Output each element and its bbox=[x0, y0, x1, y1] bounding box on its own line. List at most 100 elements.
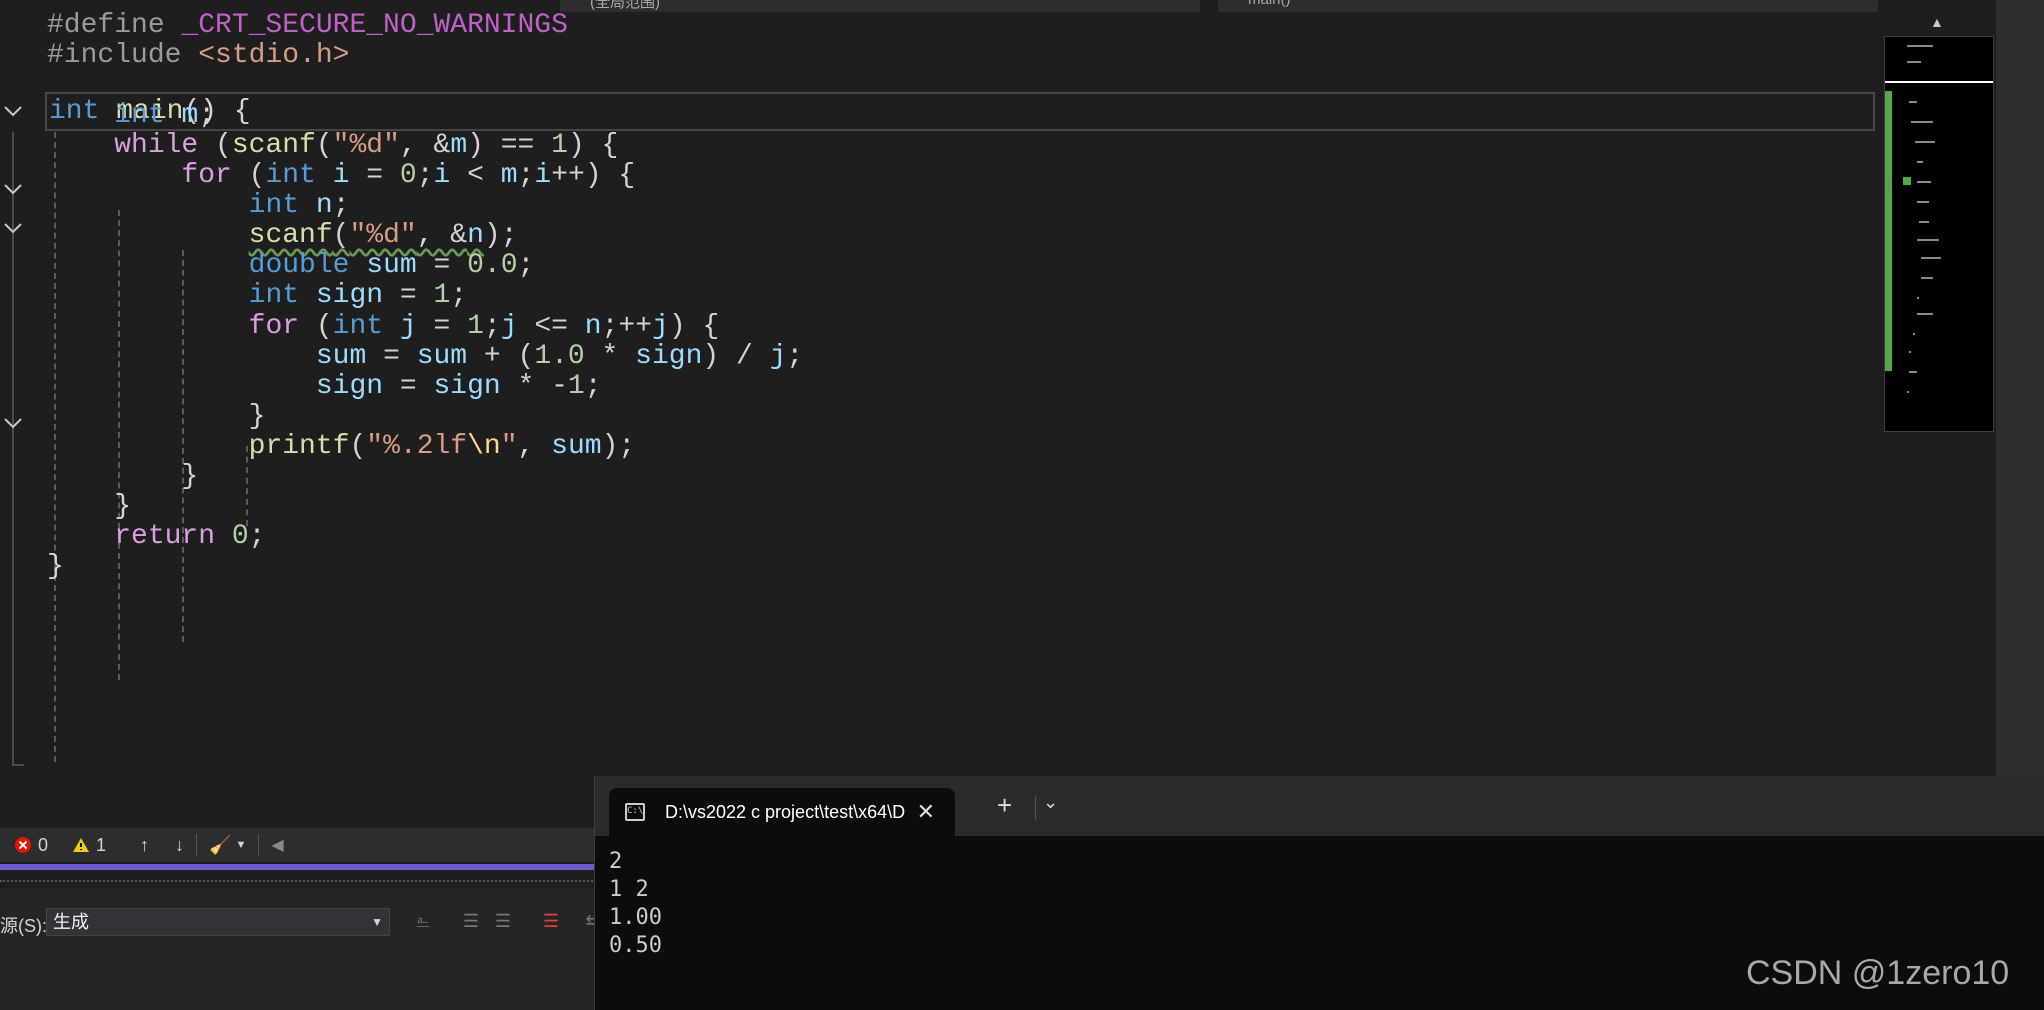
code-token: " bbox=[500, 431, 518, 462]
code-token: \n bbox=[467, 431, 501, 462]
terminal-tab[interactable]: C:\ D:\vs2022 c project\test\x64\Debug\t… bbox=[609, 788, 955, 836]
code-token: ; bbox=[517, 160, 535, 191]
code-token: ; bbox=[416, 160, 434, 191]
warning-icon bbox=[73, 838, 90, 852]
code-token: sum bbox=[551, 431, 602, 462]
warnings-filter[interactable]: 1 bbox=[72, 835, 106, 856]
minimap-line bbox=[1919, 221, 1929, 223]
minimap-line bbox=[1917, 297, 1919, 299]
warning-count: 1 bbox=[96, 834, 107, 855]
code-token: ) / bbox=[702, 341, 770, 372]
change-indicator bbox=[1885, 91, 1892, 371]
code-token: i bbox=[534, 160, 552, 191]
minimap-line bbox=[1907, 61, 1921, 63]
code-line[interactable]: } bbox=[47, 547, 64, 586]
code-token: * - bbox=[500, 371, 568, 402]
code-token: ++) { bbox=[551, 160, 636, 191]
tab-separator bbox=[1035, 796, 1036, 820]
minimap-line bbox=[1917, 181, 1931, 183]
code-token: } bbox=[47, 551, 64, 582]
minimap-line bbox=[1917, 239, 1939, 241]
minimap-line bbox=[1907, 45, 1933, 47]
minimap-marker bbox=[1903, 177, 1911, 185]
error-summary-bar: 0 1 ↑ ↓ 🧹 ▼ ◀ bbox=[0, 828, 600, 862]
code-token: sign bbox=[433, 371, 501, 402]
code-token: 0 bbox=[399, 160, 417, 191]
find-message-icon[interactable]: ⎁ bbox=[410, 908, 436, 934]
prev-message-icon[interactable]: ☰ bbox=[458, 908, 484, 934]
code-token: return bbox=[114, 521, 216, 552]
terminal-line: 1 2 bbox=[609, 877, 649, 902]
code-token: ; bbox=[786, 341, 804, 372]
fold-chevron-icon[interactable] bbox=[2, 178, 24, 200]
code-token: "%.2lf bbox=[366, 431, 468, 462]
code-token: ; bbox=[517, 250, 535, 281]
panel-accent-bar bbox=[0, 864, 600, 870]
minimap-line bbox=[1907, 391, 1909, 393]
next-message-icon[interactable]: ☰ bbox=[490, 908, 516, 934]
minimap-viewport[interactable] bbox=[1885, 81, 1993, 83]
minimap-line bbox=[1917, 201, 1929, 203]
terminal-tab-title: D:\vs2022 c project\test\x64\Debug\test.… bbox=[665, 802, 905, 822]
error-count: 0 bbox=[38, 834, 49, 855]
code-minimap[interactable] bbox=[1884, 36, 1994, 432]
errors-filter[interactable]: 0 bbox=[14, 835, 48, 856]
code-token: m bbox=[500, 160, 518, 191]
toolbar-separator bbox=[258, 834, 260, 856]
code-token: = bbox=[349, 160, 400, 191]
code-token: i bbox=[433, 160, 451, 191]
minimap-line bbox=[1913, 333, 1915, 335]
dropdown-arrow-icon: ▼ bbox=[371, 915, 383, 929]
close-icon[interactable]: ✕ bbox=[917, 799, 935, 825]
minimap-line bbox=[1909, 101, 1917, 103]
new-tab-icon[interactable]: + bbox=[997, 790, 1012, 821]
terminal-line: 1.00 bbox=[609, 905, 662, 930]
code-token: 0.0 bbox=[467, 250, 518, 281]
code-line[interactable]: #include <stdio.h> bbox=[47, 36, 349, 75]
scroll-left-icon[interactable]: ◀ bbox=[271, 835, 283, 855]
minimap-line bbox=[1917, 161, 1923, 163]
minimap-line bbox=[1911, 121, 1933, 123]
watermark-text: CSDN @1zero10 bbox=[1746, 954, 2010, 992]
chevron-down-icon[interactable]: ⌄ bbox=[1043, 792, 1058, 813]
terminal-line: 0.50 bbox=[609, 933, 662, 958]
minimap-line bbox=[1921, 277, 1933, 279]
console-icon: C:\ bbox=[625, 803, 645, 821]
output-panel: 源(S): 生成 ▼ ⎁ ☰ ☰ ☰ ⇆ bbox=[0, 888, 601, 1010]
minimap-line bbox=[1909, 351, 1911, 353]
fold-chevron-icon[interactable] bbox=[2, 217, 24, 239]
fold-chevron-icon[interactable] bbox=[2, 412, 24, 434]
output-source-value: 生成 bbox=[53, 912, 89, 932]
code-token: , bbox=[517, 431, 552, 462]
panel-splitter[interactable] bbox=[0, 880, 600, 888]
arrow-up-icon[interactable]: ↑ bbox=[140, 835, 149, 856]
minimap-line bbox=[1909, 371, 1917, 373]
output-source-select[interactable]: 生成 ▼ bbox=[46, 908, 390, 936]
minimap-line bbox=[1921, 257, 1941, 259]
cleanup-brush-icon[interactable]: 🧹 ▼ bbox=[209, 835, 246, 856]
fold-end bbox=[12, 764, 24, 766]
code-token: sign bbox=[315, 371, 384, 402]
code-token: ; bbox=[248, 521, 266, 552]
error-icon bbox=[15, 837, 31, 853]
code-token: sign bbox=[635, 341, 703, 372]
code-token: <stdio.h> bbox=[198, 40, 350, 71]
arrow-down-icon[interactable]: ↓ bbox=[175, 835, 184, 856]
terminal-line: 2 bbox=[609, 849, 623, 874]
code-token: j bbox=[769, 341, 787, 372]
code-editor[interactable]: #define _CRT_SECURE_NO_WARNINGS #include … bbox=[0, 10, 1884, 782]
clear-all-icon[interactable]: ☰ bbox=[538, 908, 564, 934]
terminal-tab-bar: C:\ D:\vs2022 c project\test\x64\Debug\t… bbox=[595, 776, 2044, 836]
member-label: main() bbox=[1248, 0, 1291, 8]
scroll-up-icon[interactable]: ▲ bbox=[1930, 14, 1944, 30]
code-line[interactable]: return 0; bbox=[47, 517, 265, 556]
scope-label: (全局范围) bbox=[590, 0, 660, 11]
code-token: #include bbox=[47, 40, 199, 71]
minimap-line bbox=[1915, 141, 1935, 143]
code-token: ( bbox=[349, 431, 367, 462]
fold-chevron-icon[interactable] bbox=[2, 100, 24, 122]
output-source-label: 源(S): bbox=[0, 916, 47, 936]
code-token: < bbox=[450, 160, 501, 191]
code-token: printf bbox=[248, 431, 350, 462]
terminal-output[interactable]: 2 1 2 1.00 0.50 bbox=[609, 848, 662, 960]
